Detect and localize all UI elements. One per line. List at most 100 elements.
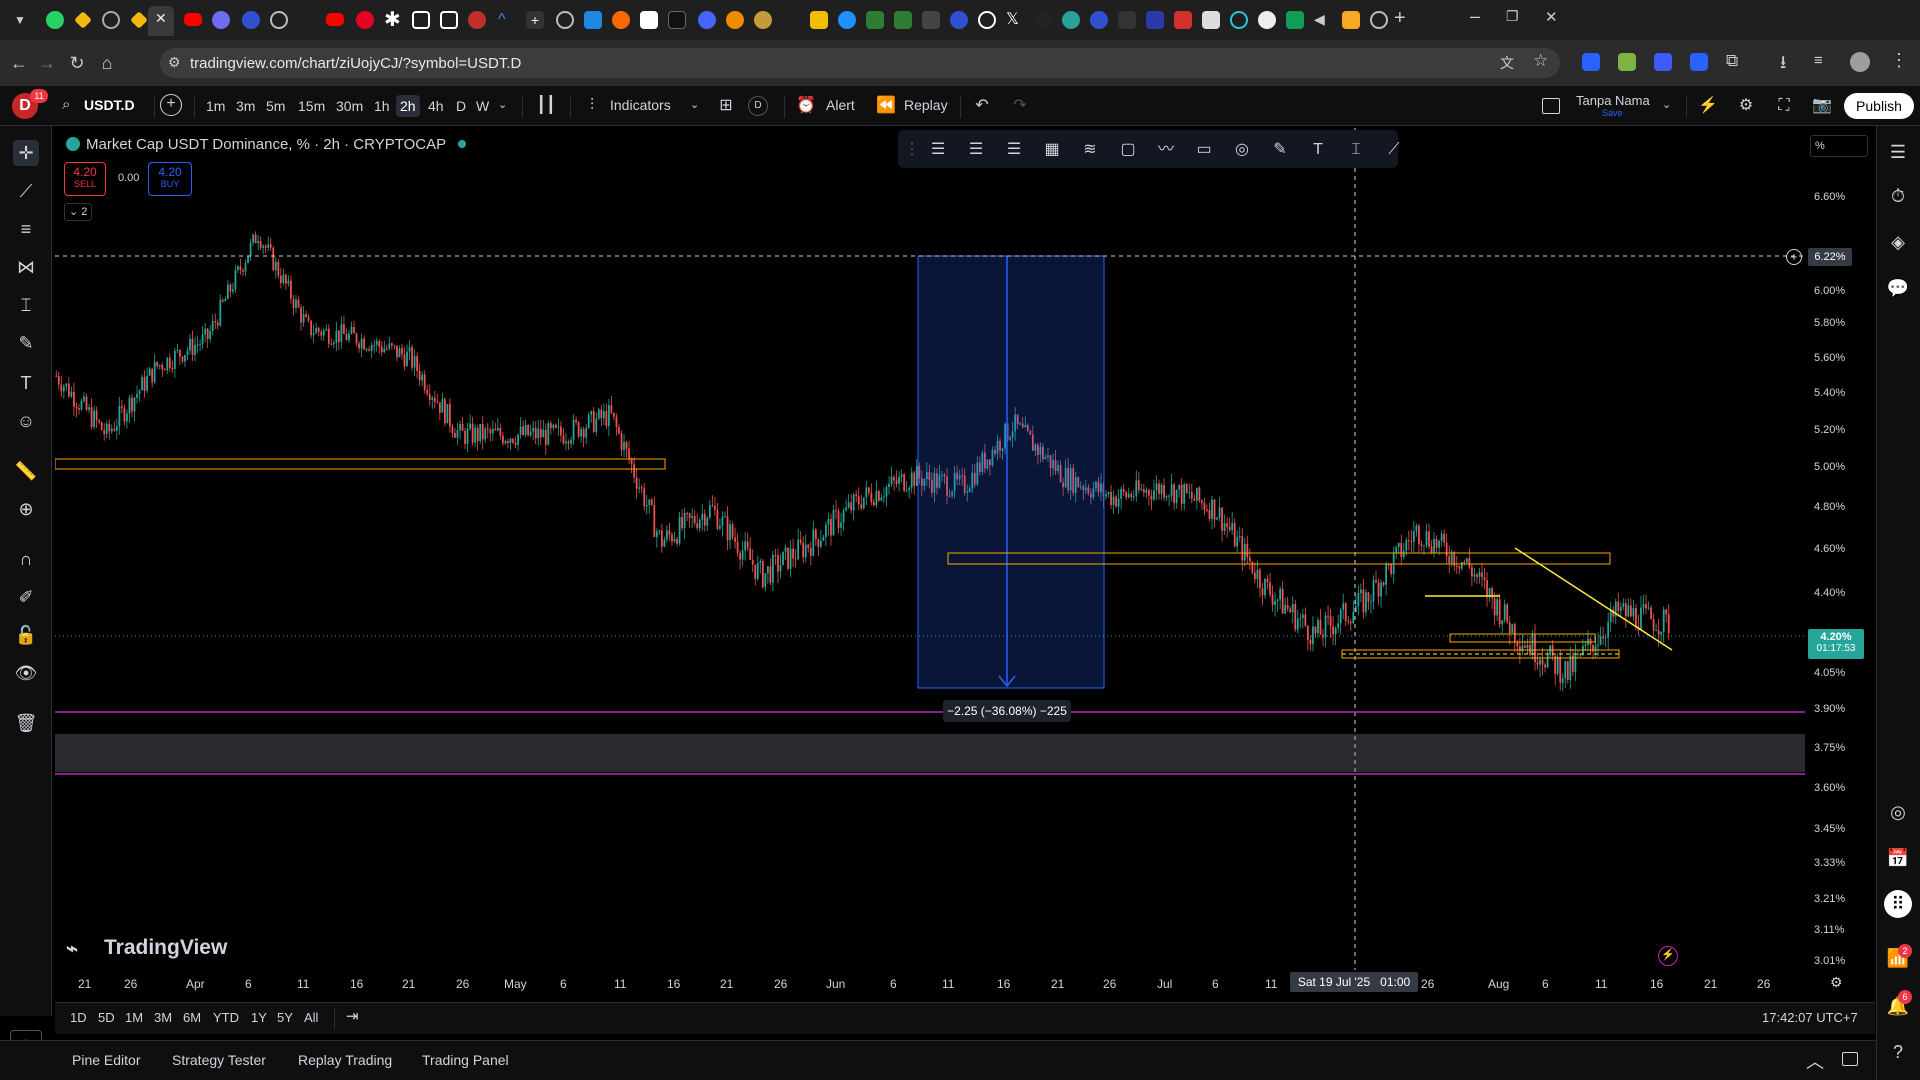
range-all[interactable]: All: [304, 1010, 318, 1025]
asterisk-tab-icon[interactable]: ✱: [384, 7, 401, 32]
globe-tab-icon[interactable]: [556, 11, 574, 29]
chevron-up-icon[interactable]: ︿: [1806, 1048, 1824, 1074]
binance-tab-icon[interactable]: [74, 11, 92, 29]
back-icon[interactable]: ←: [8, 52, 30, 74]
scale-settings-icon[interactable]: ⚙: [1830, 974, 1843, 991]
circle-tab-icon[interactable]: [978, 11, 996, 29]
text-tool-icon[interactable]: T: [1306, 138, 1330, 162]
close-tab-icon[interactable]: ✕: [155, 10, 167, 27]
signal-tab-icon[interactable]: [584, 11, 602, 29]
square-tab-icon[interactable]: [412, 11, 430, 29]
range-3m[interactable]: 3M: [154, 1010, 172, 1025]
camera-icon[interactable]: 📷: [1812, 96, 1832, 116]
timeframe-1h[interactable]: 1h: [370, 95, 394, 117]
pencil-lock-icon[interactable]: ✐: [13, 584, 39, 610]
frog-tab-icon[interactable]: [894, 11, 912, 29]
flame-tab-icon[interactable]: [612, 11, 630, 29]
eye-icon[interactable]: 👁: [13, 660, 39, 686]
alerts-clock-icon[interactable]: ⏱: [1884, 182, 1912, 210]
extension-icon[interactable]: [1618, 53, 1636, 71]
price-chart[interactable]: [55, 128, 1805, 976]
translate-icon[interactable]: 文: [1500, 53, 1514, 73]
fib-tool-icon[interactable]: ≋: [1078, 138, 1102, 162]
sell-button[interactable]: 4.20 SELL: [64, 162, 106, 196]
app-tab-icon[interactable]: [1146, 11, 1164, 29]
close-window-button[interactable]: ✕: [1545, 8, 1558, 26]
range-1m[interactable]: 1M: [125, 1010, 143, 1025]
fullscreen-icon[interactable]: ⛶: [1774, 96, 1794, 116]
arrow-tab-icon[interactable]: ^: [498, 11, 516, 29]
undo-icon[interactable]: ↶: [972, 96, 992, 116]
indicators-button[interactable]: Indicators: [610, 97, 671, 113]
circle-tool-icon[interactable]: ◎: [1230, 138, 1254, 162]
youtube-tab-icon[interactable]: [326, 13, 344, 26]
media-icon[interactable]: ≡: [1814, 52, 1823, 69]
x-tab-icon[interactable]: 𝕏: [1006, 9, 1019, 29]
timeframe-w[interactable]: W: [472, 95, 493, 117]
buy-button[interactable]: 4.20 BUY: [148, 162, 192, 196]
tab-pine-editor[interactable]: Pine Editor: [72, 1052, 140, 1068]
help-icon[interactable]: ?: [1884, 1038, 1912, 1066]
app-tab-icon[interactable]: [1062, 11, 1080, 29]
pinterest-tab-icon[interactable]: [356, 11, 374, 29]
templates-icon[interactable]: ⊞: [716, 96, 736, 116]
moon-tab-icon[interactable]: [1090, 11, 1108, 29]
zoom-in-icon[interactable]: ⊕: [13, 496, 39, 522]
callout-tool-icon[interactable]: ▭: [1192, 138, 1216, 162]
drag-handle-icon[interactable]: ⋮: [900, 138, 924, 162]
emoji-icon[interactable]: ☺: [13, 408, 39, 434]
whatsapp-tab-icon[interactable]: [46, 11, 64, 29]
chevron-down-icon[interactable]: ⌄: [1662, 98, 1671, 111]
app-tab-icon[interactable]: [1258, 11, 1276, 29]
projection-icon[interactable]: ⌶: [13, 292, 39, 318]
timeframe-d[interactable]: D: [452, 95, 470, 117]
globe-tab-icon[interactable]: [270, 11, 288, 29]
maximize-panel-icon[interactable]: [1842, 1052, 1858, 1066]
timeframe-3m[interactable]: 3m: [232, 95, 259, 117]
binance-tab-icon[interactable]: [130, 11, 148, 29]
range-5d[interactable]: 5D: [98, 1010, 115, 1025]
app-tab-icon[interactable]: [1342, 11, 1360, 29]
dot-tab-icon[interactable]: [1034, 11, 1052, 29]
lock-icon[interactable]: 🔓: [13, 622, 39, 648]
horizontal-lines-icon[interactable]: ≡: [13, 216, 39, 242]
app-tab-icon[interactable]: [1174, 11, 1192, 29]
goto-date-icon[interactable]: ⇥: [346, 1007, 359, 1025]
bookmark-star-icon[interactable]: ☆: [1533, 51, 1548, 71]
browser-menu-icon[interactable]: ⋮: [1890, 50, 1908, 71]
channel-tool-icon[interactable]: ☰: [964, 138, 988, 162]
site-info-icon[interactable]: ⚙: [168, 54, 181, 71]
profile-avatar[interactable]: [1850, 52, 1870, 72]
tab-menu-button[interactable]: ▼: [10, 10, 30, 30]
chevron-down-icon[interactable]: ⌄: [498, 98, 507, 111]
publish-button[interactable]: Publish: [1844, 93, 1914, 119]
extension-icon[interactable]: [1654, 53, 1672, 71]
maximize-button[interactable]: ❐: [1506, 8, 1519, 25]
range-5y[interactable]: 5Y: [277, 1010, 293, 1025]
range-ytd[interactable]: YTD: [213, 1010, 239, 1025]
d-button[interactable]: D: [748, 96, 768, 116]
timeframe-4h[interactable]: 4h: [424, 95, 448, 117]
chat-icon[interactable]: 💬: [1884, 274, 1912, 302]
app-tab-icon[interactable]: [810, 11, 828, 29]
text-icon[interactable]: T: [13, 370, 39, 396]
timeframe-2h[interactable]: 2h: [396, 95, 420, 117]
brush-tool-icon[interactable]: ✎: [1268, 138, 1292, 162]
ruler-icon[interactable]: 📏: [13, 458, 39, 484]
magnet-icon[interactable]: ∩: [13, 546, 39, 572]
range-1d[interactable]: 1D: [70, 1010, 87, 1025]
extension-icon[interactable]: [1690, 53, 1708, 71]
utc-clock[interactable]: 17:42:07 UTC+7: [1762, 1010, 1858, 1025]
app-tab-icon[interactable]: [1230, 11, 1248, 29]
cloud-tab-icon[interactable]: [698, 11, 716, 29]
candles-icon[interactable]: ┃┃: [536, 96, 556, 116]
watchlist-icon[interactable]: ☰: [1884, 138, 1912, 166]
app-tab-icon[interactable]: [726, 11, 744, 29]
moon-tab-icon[interactable]: [242, 11, 260, 29]
path-tool-icon[interactable]: 〰: [1154, 138, 1178, 162]
symbol-search[interactable]: USDT.D: [84, 97, 135, 113]
replay-icon[interactable]: ⏪: [876, 96, 896, 116]
shield-tab-icon[interactable]: [212, 11, 230, 29]
compare-symbol-icon[interactable]: +: [160, 94, 182, 116]
brush-icon[interactable]: ✎: [13, 330, 39, 356]
